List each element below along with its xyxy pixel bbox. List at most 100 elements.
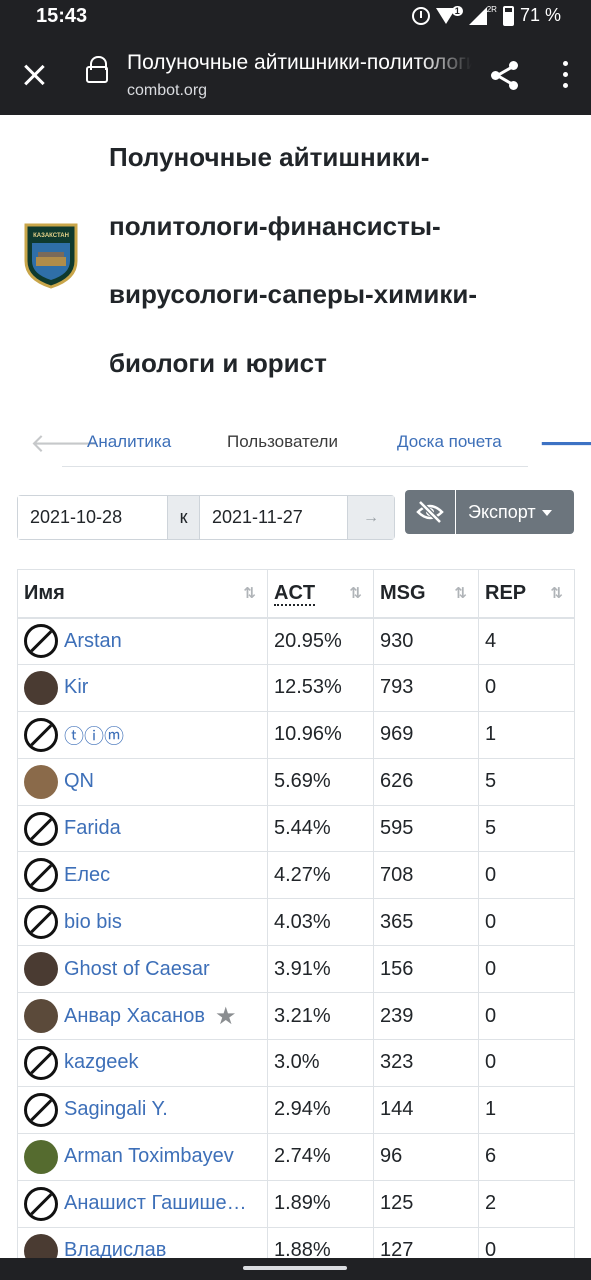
more-vert-icon[interactable] xyxy=(563,61,569,89)
user-name-link[interactable]: Arman Toximbayev xyxy=(64,1145,234,1168)
tabs-next-arrow-icon[interactable]: 🡒 xyxy=(539,428,591,459)
col-header-act[interactable]: ACT ⇅ xyxy=(267,569,374,619)
browser-toolbar: Полуночные айтишники-политологи-финансис… xyxy=(0,33,591,115)
table-row: Arstan 20.95% 930 4 xyxy=(17,617,575,665)
msg-cell: 365 xyxy=(373,898,479,947)
tab-users[interactable]: Пользователи xyxy=(227,432,338,452)
table-row: Анвар Хасанов ★ 3.21% 239 0 xyxy=(17,992,575,1041)
table-row: QN 5.69% 626 5 xyxy=(17,757,575,806)
msg-cell: 144 xyxy=(373,1085,479,1134)
group-title: Полуночные айтишники-политологи-финансис… xyxy=(109,142,477,378)
act-cell: 10.96% xyxy=(267,710,374,759)
msg-cell: 96 xyxy=(373,1132,479,1181)
sort-icon[interactable]: ⇅ xyxy=(550,584,562,602)
col-header-rep[interactable]: REP ⇅ xyxy=(478,569,575,619)
sort-icon[interactable]: ⇅ xyxy=(454,584,466,602)
table-body: Arstan 20.95% 930 4 Kir 12.53% 793 0 ⓣⓘⓜ 10.96% 96… xyxy=(17,617,575,1275)
no-avatar-icon xyxy=(24,1186,58,1221)
tab-analytics[interactable]: Аналитика xyxy=(87,432,171,452)
apply-dates-button[interactable]: → xyxy=(347,496,394,539)
user-name-link[interactable]: Анашист Гашишевич xyxy=(64,1192,254,1215)
share-icon[interactable] xyxy=(491,61,519,90)
battery-icon xyxy=(502,5,514,26)
table-header-row: Имя ⇅ ACT ⇅ MSG ⇅ REP ⇅ xyxy=(17,569,575,619)
sort-icon[interactable]: ⇅ xyxy=(349,584,361,602)
sort-icon[interactable]: ⇅ xyxy=(243,584,255,602)
date-from-input[interactable]: 2021-10-28 xyxy=(18,496,167,539)
no-avatar-icon xyxy=(24,1092,58,1127)
user-name-link[interactable]: Анвар Хасанов xyxy=(64,1005,205,1028)
table-row: kazgeek 3.0% 323 0 xyxy=(17,1039,575,1087)
user-name-link[interactable]: Ghost of Caesar xyxy=(64,958,210,981)
user-cell: Farida xyxy=(17,804,268,853)
rep-cell: 5 xyxy=(478,757,575,806)
user-cell: QN xyxy=(17,757,268,806)
users-table: Имя ⇅ ACT ⇅ MSG ⇅ REP ⇅ Arstan 20.95% 930 4 Kir 1… xyxy=(17,569,575,1275)
group-logo: КАЗАКСТАН xyxy=(24,223,78,289)
user-name-link[interactable]: Елес xyxy=(64,864,110,887)
user-name-link[interactable]: Arstan xyxy=(64,630,122,653)
lock-icon[interactable] xyxy=(86,56,108,83)
user-name-link[interactable]: Kir xyxy=(64,676,88,699)
act-cell: 4.03% xyxy=(267,898,374,947)
table-row: ⓣⓘⓜ 10.96% 969 1 xyxy=(17,710,575,759)
table-row: Ghost of Caesar 3.91% 156 0 xyxy=(17,945,575,994)
star-icon: ★ xyxy=(214,1002,237,1030)
network-label: 2R xyxy=(486,5,497,14)
logo-text: КАЗАКСТАН xyxy=(33,233,69,239)
avatar xyxy=(24,670,58,705)
section-tabs: 🡐 Аналитика Пользователи Доска почета 🡒 xyxy=(0,416,591,468)
user-name-link[interactable]: QN xyxy=(64,770,94,793)
col-header-msg[interactable]: MSG ⇅ xyxy=(373,569,479,619)
date-separator: к xyxy=(167,496,200,539)
user-cell: Елес xyxy=(17,851,268,900)
msg-cell: 930 xyxy=(373,617,479,665)
user-name-link[interactable]: Sagingali Y. xyxy=(64,1098,168,1121)
page-title: Полуночные айтишники-политологи-финансис… xyxy=(127,51,472,74)
rep-cell: 1 xyxy=(478,710,575,759)
battery-percent: 71 % xyxy=(519,5,561,25)
signal-icon xyxy=(468,6,487,25)
user-name-link[interactable]: ⓣⓘⓜ xyxy=(64,720,124,749)
table-row: Елес 4.27% 708 0 xyxy=(17,851,575,900)
table-row: bio bis 4.03% 365 0 xyxy=(17,898,575,947)
rep-cell: 4 xyxy=(478,617,575,665)
user-cell: Анвар Хасанов ★ xyxy=(17,992,268,1041)
table-row: Анашист Гашишевич 1.89% 125 2 xyxy=(17,1179,575,1228)
act-cell: 3.21% xyxy=(267,992,374,1041)
tab-leaderboard[interactable]: Доска почета xyxy=(397,432,502,452)
user-cell: Анашист Гашишевич xyxy=(17,1179,268,1228)
user-name-link[interactable]: Farida xyxy=(64,817,121,840)
home-gesture-pill[interactable] xyxy=(243,1266,347,1270)
close-icon[interactable] xyxy=(22,63,46,87)
user-name-link[interactable]: bio bis xyxy=(64,911,122,934)
hide-toggle-button[interactable] xyxy=(405,490,455,534)
user-cell: Ghost of Caesar xyxy=(17,945,268,994)
alarm-icon xyxy=(411,6,430,25)
clock: 15:43 xyxy=(36,5,88,27)
user-cell: Kir xyxy=(17,663,268,712)
page-url[interactable]: combot.org xyxy=(127,82,207,100)
act-cell: 3.91% xyxy=(267,945,374,994)
col-header-name[interactable]: Имя ⇅ xyxy=(17,569,268,619)
user-name-link[interactable]: kazgeek xyxy=(64,1051,139,1074)
date-to-input[interactable]: 2021-11-27 xyxy=(200,496,347,539)
status-icons: 1 2R 71 % xyxy=(411,5,561,26)
act-cell: 20.95% xyxy=(267,617,374,665)
act-cell: 4.27% xyxy=(267,851,374,900)
rep-cell: 0 xyxy=(478,992,575,1041)
msg-cell: 793 xyxy=(373,663,479,712)
rep-cell: 0 xyxy=(478,945,575,994)
eye-slash-icon xyxy=(416,500,444,524)
act-cell: 2.74% xyxy=(267,1132,374,1181)
user-cell: Arstan xyxy=(17,617,268,665)
act-cell: 12.53% xyxy=(267,663,374,712)
no-avatar-icon xyxy=(24,717,58,752)
rep-cell: 6 xyxy=(478,1132,575,1181)
export-dropdown-button[interactable]: Экспорт xyxy=(456,490,574,534)
table-row: Arman Toximbayev 2.74% 96 6 xyxy=(17,1132,575,1181)
no-avatar-icon xyxy=(24,858,58,893)
act-cell: 2.94% xyxy=(267,1085,374,1134)
rep-cell: 0 xyxy=(478,663,575,712)
avatar xyxy=(24,1139,58,1174)
